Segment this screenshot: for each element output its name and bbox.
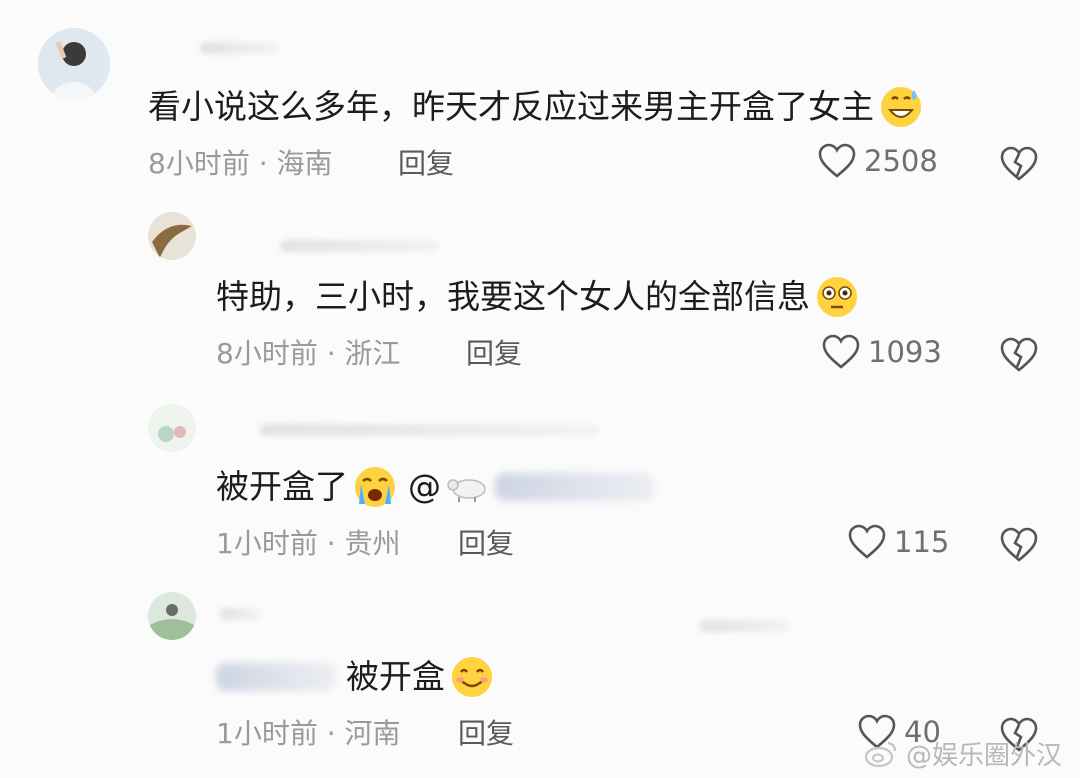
comment-text: 看小说这么多年，昨天才反应过来男主开盒了女主	[148, 84, 924, 130]
comment-text-content: 看小说这么多年，昨天才反应过来男主开盒了女主	[148, 87, 874, 126]
flushed-emoji	[817, 277, 857, 317]
comment-item: 被开盒了 @ 1小时前 · 贵州 回复 115	[0, 390, 1080, 580]
comment-item: 看小说这么多年，昨天才反应过来男主开盒了女主 8小时前 · 海南 回复 2508	[0, 0, 1080, 200]
reply-target-blurred	[216, 663, 336, 691]
comment-text-content: 被开盒	[346, 657, 445, 696]
like-button[interactable]: 115	[848, 524, 949, 560]
heart-icon	[818, 143, 856, 178]
avatar[interactable]	[148, 592, 196, 640]
comment-item: 特助，三小时，我要这个女人的全部信息 8小时前 · 浙江 回复 1093	[0, 200, 1080, 390]
comment-time: 8小时前	[148, 147, 250, 180]
comment-meta: 8小时前 · 海南	[148, 146, 333, 182]
comment-text-content: 被开盒了	[216, 467, 348, 506]
meta-separator: ·	[249, 147, 277, 180]
comment-meta: 1小时前 · 贵州	[216, 526, 401, 562]
mention-at[interactable]: @	[408, 465, 441, 509]
comment-location: 贵州	[344, 527, 401, 560]
like-button[interactable]: 1093	[822, 334, 942, 370]
username-blurred	[700, 620, 790, 632]
meta-separator: ·	[317, 527, 345, 560]
weibo-logo-icon	[864, 741, 897, 767]
meta-separator: ·	[317, 337, 345, 370]
comment-meta: 8小时前 · 浙江	[216, 336, 401, 372]
username-blurred	[220, 608, 260, 620]
dislike-broken-heart-icon[interactable]	[1000, 336, 1038, 374]
heart-icon	[822, 334, 860, 369]
comment-location: 浙江	[344, 337, 401, 370]
username-blurred	[280, 240, 440, 252]
weibo-watermark: @娱乐圈外汉	[864, 735, 1062, 772]
reply-button[interactable]: 回复	[458, 526, 514, 562]
meta-separator: ·	[317, 717, 345, 750]
comment-text: 被开盒了 @	[216, 464, 655, 510]
comment-text-content: 特助，三小时，我要这个女人的全部信息	[216, 277, 810, 316]
like-count: 2508	[864, 144, 938, 178]
comment-text: 被开盒	[216, 654, 495, 700]
comment-time: 1小时前	[216, 717, 318, 750]
reply-button[interactable]: 回复	[398, 146, 454, 182]
like-count: 115	[894, 525, 950, 559]
comment-location: 海南	[276, 147, 333, 180]
avatar[interactable]	[148, 212, 196, 260]
like-button[interactable]: 2508	[818, 143, 938, 179]
mention-username-blurred	[495, 473, 655, 501]
avatar[interactable]	[38, 28, 110, 100]
grinning-sweat-emoji	[881, 87, 921, 127]
comment-location: 河南	[344, 717, 401, 750]
like-count: 1093	[868, 335, 942, 369]
sheep-avatar-icon	[447, 479, 486, 502]
reply-button[interactable]: 回复	[458, 716, 514, 752]
smiling-emoji	[452, 657, 492, 697]
comment-meta: 1小时前 · 河南	[216, 716, 401, 752]
dislike-broken-heart-icon[interactable]	[1000, 526, 1038, 564]
comment-time: 8小时前	[216, 337, 318, 370]
reply-button[interactable]: 回复	[466, 336, 522, 372]
heart-icon	[848, 524, 886, 559]
comment-time: 1小时前	[216, 527, 318, 560]
avatar[interactable]	[148, 404, 196, 452]
crying-emoji	[355, 467, 395, 507]
comment-text: 特助，三小时，我要这个女人的全部信息	[216, 274, 860, 320]
username-blurred	[200, 42, 280, 54]
username-blurred	[260, 424, 600, 436]
watermark-text: @娱乐圈外汉	[905, 741, 1062, 771]
dislike-broken-heart-icon[interactable]	[1000, 145, 1038, 183]
